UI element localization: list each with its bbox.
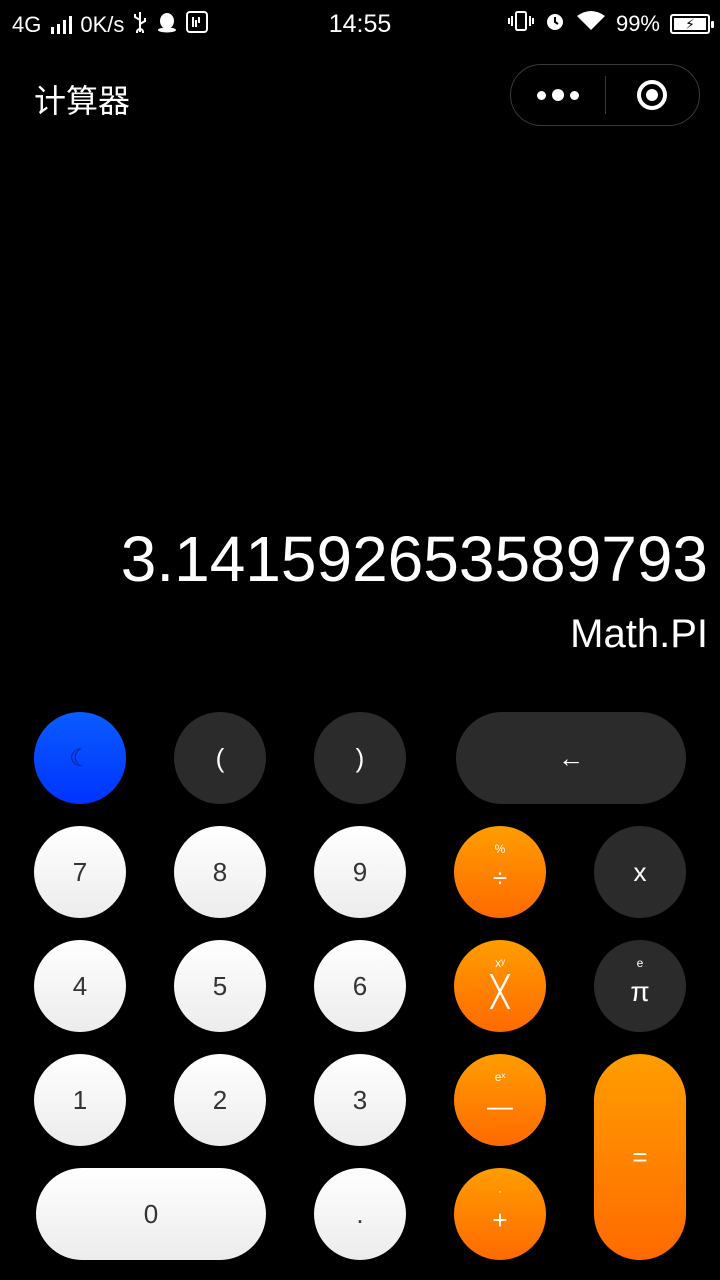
plus-label: + [492,1204,508,1235]
more-dot-icon [552,89,564,101]
plus-button[interactable]: · + [454,1168,546,1260]
wifi-icon [576,10,606,38]
exp-label: eˣ [494,1070,506,1084]
equals-button[interactable]: = [594,1054,686,1260]
more-button[interactable] [511,65,605,125]
theme-toggle-button[interactable]: ☾ [34,712,126,804]
close-button[interactable] [606,65,699,125]
digit-3-button[interactable]: 3 [314,1054,406,1146]
pi-button[interactable]: e π [594,940,686,1032]
result-display: 3.141592653589793 [120,523,708,595]
multiply-label: ╳ [490,975,510,1009]
close-target-icon [637,80,668,110]
battery-percent: 99% [615,11,660,36]
more-dot-icon [537,90,546,100]
alarm-icon [544,10,566,38]
digit-1-button[interactable]: 1 [34,1054,126,1146]
vibrate-icon [507,10,534,38]
decimal-button[interactable]: . [314,1168,406,1260]
status-bar: 4G 0K/s 14:55 99% ⚡ [0,0,720,50]
digit-4-button[interactable]: 4 [34,940,126,1032]
backspace-button[interactable]: ← [456,712,686,804]
backspace-icon: ← [558,742,584,773]
power-label: xʸ [495,956,505,970]
calculator-app: 4G 0K/s 14:55 99% ⚡ 计算器 3.14159265358979… [0,0,720,1280]
percent-label: % [494,842,506,856]
more-dot-icon [570,90,579,100]
pi-label: π [630,976,650,1007]
plus-alt-label: · [498,1184,502,1198]
divide-label: ÷ [492,862,508,893]
battery-icon: ⚡ [670,14,714,34]
multiply-button[interactable]: xʸ ╳ [454,940,546,1032]
expression-display: Math.PI [570,612,708,656]
minus-label: — [487,1090,513,1121]
moon-icon: ☾ [69,744,91,772]
digit-9-button[interactable]: 9 [314,826,406,918]
close-paren-button[interactable]: ) [314,712,406,804]
page-title: 计算器 [34,83,131,119]
e-label: e [636,956,644,970]
digit-5-button[interactable]: 5 [174,940,266,1032]
digit-7-button[interactable]: 7 [34,826,126,918]
digit-8-button[interactable]: 8 [174,826,266,918]
digit-2-button[interactable]: 2 [174,1054,266,1146]
minus-button[interactable]: eˣ — [454,1054,546,1146]
divide-button[interactable]: % ÷ [454,826,546,918]
clear-button[interactable]: x [594,826,686,918]
mini-program-capsule [510,64,700,126]
status-right: 99% ⚡ [507,10,714,38]
digit-0-button[interactable]: 0 [36,1168,266,1260]
open-paren-button[interactable]: ( [174,712,266,804]
digit-6-button[interactable]: 6 [314,940,406,1032]
